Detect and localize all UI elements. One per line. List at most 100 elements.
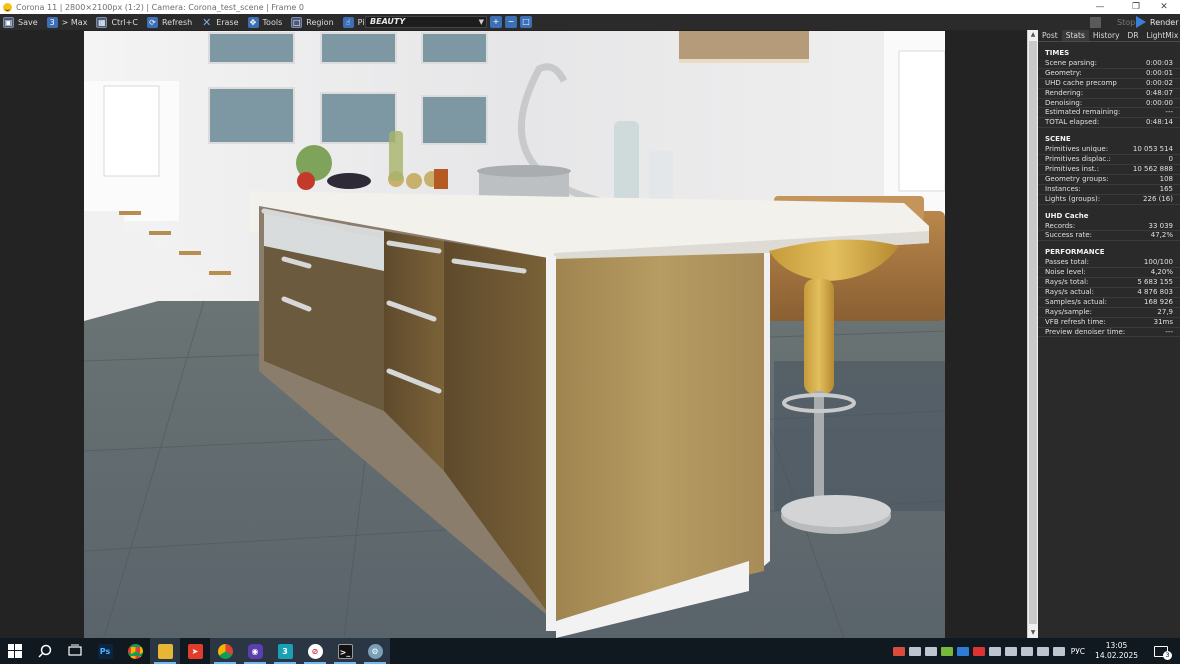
window-titlebar: Corona 11 | 2800×2100px (1:2) | Camera: …	[0, 0, 1180, 14]
taskbar-app-purple[interactable]: ◉	[240, 638, 270, 664]
section-title: UHD Cache	[1045, 211, 1089, 220]
tray-volume-icon[interactable]	[1036, 646, 1049, 656]
corona-logo-icon	[3, 2, 12, 12]
tray-anydesk-icon[interactable]	[892, 646, 905, 656]
stat-row: Geometry groups: 108	[1038, 175, 1180, 185]
scroll-down-icon[interactable]: ▼	[1028, 628, 1038, 638]
section-title: PERFORMANCE	[1045, 248, 1105, 257]
tray-network-icon[interactable]	[988, 646, 1001, 656]
terminal-icon: >_	[337, 643, 353, 659]
taskbar-app-chrome-2[interactable]	[210, 638, 240, 664]
clock-time: 13:05	[1105, 641, 1128, 650]
language-indicator[interactable]: РУС	[1071, 647, 1085, 656]
tray-monitor-icon[interactable]	[924, 646, 937, 656]
stat-row: VFB refresh time: 31ms	[1038, 318, 1180, 328]
zoom-out-icon[interactable]: −	[505, 16, 517, 28]
vfb-toolbar: ▣ Save 3 > Max ▦ Ctrl+C ⟳ Refresh ✕ Erase ✥ To…	[0, 14, 1180, 30]
stat-row: Success rate: 47,2%	[1038, 231, 1180, 242]
zoom-in-icon[interactable]: +	[490, 16, 502, 28]
stat-row: Scene parsing: 0:00:03	[1038, 59, 1180, 69]
taskbar-app-photoshop[interactable]: Ps	[90, 638, 120, 664]
app-purple-icon: ◉	[247, 643, 263, 659]
performance-section: PERFORMANCE Passes total: 100/100 Noise l…	[1038, 247, 1180, 338]
restore-button[interactable]: ❐	[1124, 0, 1148, 14]
window-title: Corona 11 | 2800×2100px (1:2) | Camera: …	[16, 2, 304, 12]
tools-icon: ✥	[247, 16, 259, 28]
taskbar-app-terminal[interactable]: >_	[330, 638, 360, 664]
save-icon: ▣	[3, 16, 14, 28]
stop-button[interactable]: Stop	[1090, 15, 1135, 29]
clock[interactable]: 13:05 14.02.2025	[1095, 641, 1138, 661]
stat-row: Denoising: 0:00:00	[1038, 99, 1180, 109]
start-button[interactable]	[0, 638, 30, 664]
render-button[interactable]: Render	[1136, 15, 1178, 29]
app-red-icon: ⊘	[307, 643, 323, 659]
tray-cloud-icon[interactable]	[1052, 646, 1065, 656]
anydesk-icon: ➤	[187, 643, 203, 659]
save-button[interactable]: ▣ Save	[0, 14, 44, 30]
tray-nvidia-icon[interactable]	[940, 646, 953, 656]
times-section: TIMES Scene parsing: 0:00:03 Geometry: 0:0…	[1038, 48, 1180, 129]
minimize-button[interactable]: —	[1088, 0, 1112, 14]
taskbar-app-red[interactable]: ⊘	[300, 638, 330, 664]
viewport-scrollbar[interactable]: ▲ ▼	[1027, 30, 1038, 638]
photoshop-icon: Ps	[97, 643, 113, 659]
stat-row: Passes total: 100/100	[1038, 258, 1180, 269]
region-icon: □	[291, 16, 303, 28]
stat-row: UHD cache precomp 0:00:02	[1038, 79, 1180, 89]
erase-button[interactable]: ✕ Erase	[198, 14, 244, 30]
refresh-button[interactable]: ⟳ Refresh	[144, 14, 198, 30]
tab-dr[interactable]: DR	[1124, 30, 1143, 41]
scrollbar-thumb[interactable]	[1029, 41, 1037, 624]
stat-row: Noise level: 4,20%	[1038, 268, 1180, 279]
tab-history[interactable]: History	[1089, 30, 1124, 41]
stat-row: Rendering: 0:48:07	[1038, 89, 1180, 99]
notification-count-badge: 3	[1163, 650, 1172, 660]
scroll-up-icon[interactable]: ▲	[1028, 30, 1038, 40]
copy-button[interactable]: ▦ Ctrl+C	[93, 14, 144, 30]
stat-row: Rays/s total: 5 683 155	[1038, 278, 1180, 289]
copy-icon: ▦	[96, 16, 108, 28]
zoom-fit-icon[interactable]: □	[520, 16, 532, 28]
tray-flag-icon[interactable]	[972, 646, 985, 656]
taskbar-app-chrome[interactable]	[120, 638, 150, 664]
folder-icon	[157, 643, 173, 659]
taskbar-app-3dsmax[interactable]: 3	[270, 638, 300, 664]
notification-center-icon[interactable]: 3	[1154, 645, 1172, 660]
section-title: SCENE	[1045, 135, 1071, 144]
panel-tabs: Post Stats History DR LightMix	[1038, 30, 1180, 42]
windows-logo-icon	[8, 644, 22, 658]
tray-wifi-icon[interactable]	[1020, 646, 1033, 656]
search-icon	[38, 644, 52, 658]
taskbar-app-anydesk[interactable]: ➤	[180, 638, 210, 664]
section-title: TIMES	[1045, 49, 1070, 57]
taskbar-app-misc[interactable]: ⚙	[360, 638, 390, 664]
erase-icon: ✕	[202, 15, 212, 29]
refresh-icon: ⟳	[146, 16, 158, 28]
stat-row: Estimated remaining: ---	[1038, 108, 1180, 119]
scene-section: SCENE Primitives unique: 10 053 514 Primi…	[1038, 134, 1180, 205]
region-button[interactable]: □ Region	[288, 14, 339, 30]
tools-button[interactable]: ✥ Tools	[245, 14, 289, 30]
render-pass-select[interactable]: BEAUTY ▼	[365, 16, 487, 28]
tab-lightmix[interactable]: LightMix	[1143, 30, 1180, 41]
chrome-icon	[127, 643, 143, 659]
tray-app-icon[interactable]	[956, 646, 969, 656]
tray-mail-icon[interactable]	[908, 646, 921, 656]
stat-row: Samples/s actual: 168 926	[1038, 298, 1180, 308]
tab-post[interactable]: Post	[1038, 30, 1062, 41]
stat-row: Preview denoiser time: ---	[1038, 328, 1180, 338]
max-button[interactable]: 3 > Max	[44, 14, 94, 30]
close-button[interactable]: ✕	[1152, 0, 1176, 14]
app-misc-icon: ⚙	[367, 643, 383, 659]
search-button[interactable]	[30, 638, 60, 664]
tray-bluetooth-icon[interactable]	[1004, 646, 1017, 656]
tab-stats[interactable]: Stats	[1061, 30, 1089, 41]
play-icon	[1136, 16, 1146, 28]
stat-row: Lights (groups): 226 (16)	[1038, 195, 1180, 205]
task-view-button[interactable]	[60, 638, 90, 664]
stats-panel: Post Stats History DR LightMix TIMES Sce…	[1038, 30, 1180, 638]
stat-row: Records: 33 039	[1038, 222, 1180, 232]
taskbar-app-explorer[interactable]	[150, 638, 180, 664]
max-icon: 3	[46, 16, 58, 28]
